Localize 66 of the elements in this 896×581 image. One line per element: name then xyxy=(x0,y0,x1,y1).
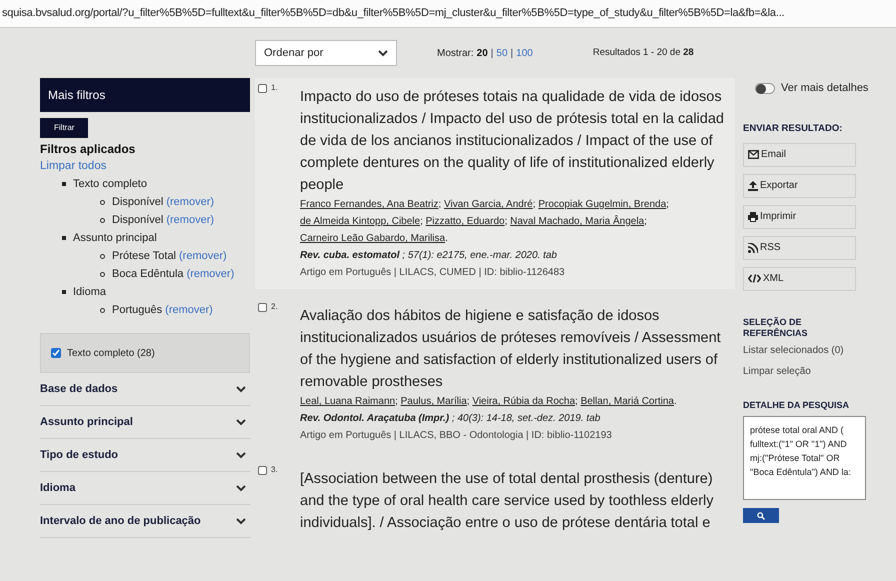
author-link[interactable]: Leal, Luana Raimann xyxy=(300,396,396,407)
result-number: 2. xyxy=(271,301,278,313)
author-link[interactable]: de Almeida Kintopp, Cibele xyxy=(300,216,420,227)
section-title: ENVIAR RESULTADO: xyxy=(743,122,844,136)
author-link[interactable]: Franco Fernandes, Ana Beatriz xyxy=(300,199,438,210)
journal-source: Rev. Odontol. Araçatuba (Impr.) ; 40(3): 14-18, set.-dez. 2019. tab xyxy=(300,412,602,426)
filter-value: Disponível xyxy=(112,213,164,228)
page-size-link[interactable]: 50 xyxy=(496,46,508,60)
send-button[interactable]: Exportar xyxy=(743,174,856,198)
facet-toggle[interactable]: Intervalo de ano de publicação xyxy=(40,505,250,538)
result-title[interactable]: Avaliação dos hábitos de higiene e satisfação de idosos institucionalizados usuários de próteses removíveis / Assessment of the hygiene and satisfaction of elderly institutionalized users of removable prostheses xyxy=(300,305,729,393)
filter-group-label: Idioma xyxy=(73,285,106,300)
author-link[interactable]: Vieira, Rúbia da Rocha xyxy=(472,396,575,407)
author-list: Franco Fernandes, Ana Beatriz; Vivan Garcia, André; Procopiak Gugelmin, Brenda; de Almeida Kintopp, Cibele; Pizzatto, Eduardo; Naval Machado, Maria Ângela; Carneiro Leão Gabardo, Marilisa. xyxy=(300,196,729,247)
filter-value: Disponível xyxy=(112,195,164,210)
author-list: Leal, Luana Raimann; Paulus, Marília; Vieira, Rúbia da Rocha; Bellan, Mariá Cortina. xyxy=(300,393,729,410)
sort-dropdown[interactable]: Ordenar por xyxy=(255,40,397,66)
result-number: 3. xyxy=(271,464,278,476)
checkbox-label: Texto completo (28) xyxy=(67,346,155,361)
author-link[interactable]: Naval Machado, Maria Ângela xyxy=(510,216,644,227)
remove-link[interactable]: (remover) xyxy=(186,265,234,284)
section-title: SELEÇÃO DE REFERÊNCIAS xyxy=(743,316,809,339)
author-link[interactable]: Bellan, Mariá Cortina xyxy=(580,396,674,407)
result-number: 1. xyxy=(271,82,278,94)
filter-value: Português xyxy=(112,303,162,318)
filter-value: Prótese Total xyxy=(112,249,176,264)
filter-value: Boca Edêntula xyxy=(112,267,184,282)
selection-link[interactable]: Limpar seleção xyxy=(743,364,811,379)
remove-link[interactable]: (remover) xyxy=(165,301,213,320)
query-textarea[interactable]: prótese total oral AND ( fulltext:("1" OR "1") AND mj:("Prótese Total" OR "Boca Edêntula") AND la: xyxy=(743,416,866,500)
show-label: Mostrar: xyxy=(437,46,474,60)
filter-button[interactable]: Filtrar xyxy=(40,118,88,138)
remove-link[interactable]: (remover) xyxy=(179,247,227,266)
journal-source: Rev. cuba. estomatol ; 57(1): e2175, ene.-mar. 2020. tab xyxy=(300,249,558,263)
facet-toggle[interactable]: Base de dados xyxy=(40,373,250,406)
result-meta: Artigo em Português | LILACS, BBO - Odontologia | ID: biblio-1102193 xyxy=(300,429,613,443)
facet-toggle[interactable]: Idioma xyxy=(40,472,250,506)
section-title: DETALHE DA PESQUISA xyxy=(743,398,850,412)
selection-link[interactable]: Listar selecionados (0) xyxy=(743,342,844,358)
result-title[interactable]: [Association between the use of total dental prosthesis (denture) and the type of oral health care service used by toothless elderly individuals]. / Associação entre o uso de prótese dentária total e xyxy=(300,468,729,534)
send-button[interactable]: Email xyxy=(743,142,856,167)
clear-all-link[interactable]: Limpar todos xyxy=(40,158,106,176)
filters-header: Mais filtros xyxy=(40,78,250,112)
page-size-link[interactable]: 20 xyxy=(476,46,488,60)
filter-group-label: Texto completo xyxy=(73,177,147,192)
remove-link[interactable]: (remover) xyxy=(166,193,214,212)
send-button[interactable]: XML xyxy=(743,266,856,291)
page-size-link[interactable]: 100 xyxy=(516,46,533,60)
filter-group-label: Assunto principal xyxy=(73,231,157,246)
separator-text: | xyxy=(510,46,514,60)
facet-toggle[interactable]: Tipo de estudo xyxy=(40,439,250,472)
applied-filters-title: Filtros aplicados xyxy=(40,141,136,158)
author-link[interactable]: Procopiak Gugelmin, Brenda xyxy=(538,199,666,210)
author-link[interactable]: Pizzatto, Eduardo xyxy=(426,216,505,227)
results-count: Resultados 1 - 20 de 28 xyxy=(592,46,694,60)
author-link[interactable]: Vivan Garcia, André xyxy=(444,199,533,210)
send-button[interactable]: RSS xyxy=(743,236,856,260)
remove-link[interactable]: (remover) xyxy=(166,211,214,230)
facet-toggle[interactable]: Assunto principal xyxy=(40,406,250,440)
result-meta: Artigo em Português | LILACS, CUMED | ID: biblio-1126483 xyxy=(300,266,566,280)
author-link[interactable]: Paulus, Marília xyxy=(400,396,467,407)
author-link[interactable]: Carneiro Leão Gabardo, Marilisa xyxy=(300,233,446,244)
toggle-label: Ver mais detalhes xyxy=(781,81,868,96)
result-title[interactable]: Impacto do uso de próteses totais na qualidade de vida de idosos institucionalizados / Impacto del uso de prótesis total en la calidad de vida de los ancianos institucionalizados / Impact of the use of complete dentures on the quality of life of institutionalized elderly people xyxy=(300,86,729,196)
send-button[interactable]: Imprimir xyxy=(743,204,856,229)
separator-text: | xyxy=(490,46,494,60)
